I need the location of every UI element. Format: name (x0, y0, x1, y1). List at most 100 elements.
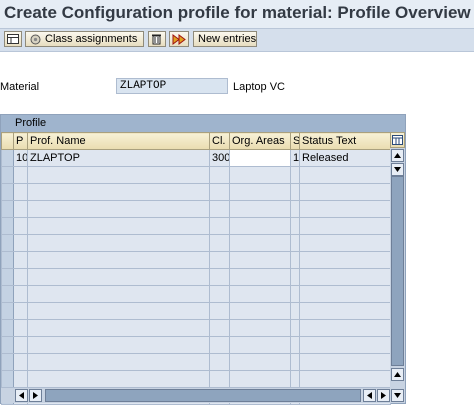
overview-button[interactable] (4, 31, 22, 47)
empty-cell[interactable] (229, 166, 291, 184)
empty-cell[interactable] (27, 336, 210, 354)
empty-cell[interactable] (290, 166, 300, 184)
select-all-header[interactable] (1, 132, 14, 150)
vertical-scrollbar[interactable] (390, 148, 405, 388)
empty-cell[interactable] (27, 353, 210, 371)
row-selector[interactable] (1, 319, 14, 337)
scroll-right-end-button[interactable] (377, 389, 390, 402)
empty-cell[interactable] (290, 217, 300, 235)
row-selector[interactable] (1, 251, 14, 269)
empty-cell[interactable] (209, 353, 230, 371)
empty-cell[interactable] (27, 200, 210, 218)
empty-cell[interactable] (27, 319, 210, 337)
empty-cell[interactable] (229, 370, 291, 388)
empty-cell[interactable] (209, 302, 230, 320)
row-selector[interactable] (1, 285, 14, 303)
status-cell[interactable]: 1 (290, 149, 300, 167)
empty-cell[interactable] (13, 285, 28, 303)
empty-cell[interactable] (209, 217, 230, 235)
empty-cell[interactable] (290, 234, 300, 252)
new-entries-button[interactable]: New entries (193, 31, 257, 47)
empty-cell[interactable] (209, 336, 230, 354)
column-header-status[interactable]: S (290, 132, 300, 150)
empty-cell[interactable] (209, 268, 230, 286)
empty-cell[interactable] (13, 353, 28, 371)
empty-cell[interactable] (27, 370, 210, 388)
empty-cell[interactable] (27, 234, 210, 252)
empty-cell[interactable] (209, 183, 230, 201)
column-header-org-areas[interactable]: Org. Areas (229, 132, 291, 150)
empty-cell[interactable] (229, 319, 291, 337)
empty-cell[interactable] (13, 217, 28, 235)
column-header-priority[interactable]: P (13, 132, 28, 150)
scroll-down-button[interactable] (391, 163, 404, 176)
empty-cell[interactable] (229, 183, 291, 201)
empty-cell[interactable] (13, 166, 28, 184)
empty-cell[interactable] (27, 183, 210, 201)
row-selector[interactable] (1, 183, 14, 201)
row-selector[interactable] (1, 302, 14, 320)
empty-cell[interactable] (229, 234, 291, 252)
empty-cell[interactable] (290, 285, 300, 303)
empty-cell[interactable] (229, 200, 291, 218)
column-header-class-type[interactable]: Cl. (209, 132, 230, 150)
empty-cell[interactable] (13, 370, 28, 388)
priority-cell[interactable]: 10 (13, 149, 28, 167)
table-settings-button[interactable] (390, 132, 405, 148)
row-selector[interactable] (1, 217, 14, 235)
empty-cell[interactable] (290, 183, 300, 201)
empty-cell[interactable] (229, 302, 291, 320)
row-selector[interactable] (1, 370, 14, 388)
row-selector[interactable] (1, 268, 14, 286)
empty-cell[interactable] (229, 336, 291, 354)
empty-cell[interactable] (27, 268, 210, 286)
scroll-right-button[interactable] (29, 389, 42, 402)
empty-cell[interactable] (13, 200, 28, 218)
profile-name-cell[interactable]: ZLAPTOP (27, 149, 210, 167)
empty-cell[interactable] (290, 251, 300, 269)
horizontal-scrollbar[interactable] (1, 388, 405, 403)
empty-cell[interactable] (229, 285, 291, 303)
column-header-profile-name[interactable]: Prof. Name (27, 132, 210, 150)
vertical-scroll-thumb[interactable] (391, 176, 404, 366)
empty-cell[interactable] (13, 319, 28, 337)
empty-cell[interactable] (290, 353, 300, 371)
class-assignments-button[interactable]: Class assignments (25, 31, 144, 47)
empty-cell[interactable] (209, 370, 230, 388)
row-selector[interactable] (1, 200, 14, 218)
scroll-left-end-button[interactable] (363, 389, 376, 402)
empty-cell[interactable] (13, 183, 28, 201)
empty-cell[interactable] (13, 302, 28, 320)
empty-cell[interactable] (13, 251, 28, 269)
column-header-status-text[interactable]: Status Text (299, 132, 391, 150)
scroll-down-bottom-button[interactable] (391, 389, 404, 402)
empty-cell[interactable] (209, 234, 230, 252)
row-selector[interactable] (1, 353, 14, 371)
org-areas-input[interactable] (229, 149, 291, 167)
class-type-cell[interactable]: 300 (209, 149, 230, 167)
scroll-up-button[interactable] (391, 149, 404, 162)
scroll-up-bottom-button[interactable] (391, 368, 404, 381)
empty-cell[interactable] (209, 166, 230, 184)
empty-cell[interactable] (229, 268, 291, 286)
empty-cell[interactable] (290, 302, 300, 320)
row-selector[interactable] (1, 234, 14, 252)
empty-cell[interactable] (290, 336, 300, 354)
row-selector[interactable] (1, 149, 14, 167)
empty-cell[interactable] (13, 336, 28, 354)
row-selector[interactable] (1, 166, 14, 184)
empty-cell[interactable] (209, 251, 230, 269)
empty-cell[interactable] (229, 217, 291, 235)
scroll-left-button[interactable] (15, 389, 28, 402)
empty-cell[interactable] (229, 353, 291, 371)
material-field[interactable]: ZLAPTOP (116, 78, 228, 94)
empty-cell[interactable] (209, 285, 230, 303)
empty-cell[interactable] (27, 217, 210, 235)
empty-cell[interactable] (209, 319, 230, 337)
horizontal-scroll-thumb[interactable] (45, 389, 361, 402)
empty-cell[interactable] (27, 166, 210, 184)
next-screen-button[interactable] (169, 31, 189, 47)
empty-cell[interactable] (13, 268, 28, 286)
row-selector[interactable] (1, 336, 14, 354)
empty-cell[interactable] (290, 319, 300, 337)
